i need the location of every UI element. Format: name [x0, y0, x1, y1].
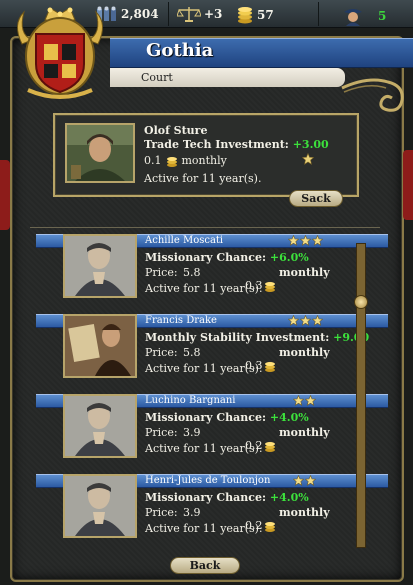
star-icon	[288, 235, 299, 246]
missionary-icon	[344, 9, 362, 26]
advisor-portrait	[63, 314, 137, 378]
advisor-name: Francis Drake	[145, 315, 217, 326]
advisor-effect: Missionary Chance: +6.0%	[145, 251, 309, 264]
divider	[168, 2, 169, 26]
effect-value: +4.0%	[269, 411, 309, 424]
treasury-resource[interactable]: 57	[236, 6, 274, 24]
stability-value: +3	[204, 7, 223, 21]
effect-label: Trade Tech Investment:	[144, 138, 289, 151]
advisor-price-row: Price: 3.9 0.2 monthly	[145, 506, 345, 532]
advisor-price-row: Price: 3.9 0.2 monthly	[145, 426, 345, 452]
effect-label: Missionary Chance:	[145, 491, 267, 504]
monthly-label: monthly	[279, 266, 330, 279]
coat-of-arms-icon[interactable]	[10, 4, 110, 104]
effect-value: +3.00	[292, 138, 329, 151]
price-value: 3.9	[183, 506, 201, 519]
treasury-value: 57	[257, 8, 274, 22]
advisor-portrait	[63, 474, 137, 538]
star-icon	[300, 235, 311, 246]
gold-coins-icon	[264, 441, 275, 452]
missionary-value: 5	[378, 9, 387, 23]
divider	[30, 227, 380, 228]
gold-coins-icon	[264, 521, 275, 532]
advisor-portrait	[63, 234, 137, 298]
current-advisor-effect: Trade Tech Investment: +3.00	[144, 138, 329, 151]
current-advisor-cost: 0.1 monthly	[144, 154, 227, 167]
manpower-value: 2,804	[121, 7, 159, 21]
page-subtitle: Court	[141, 71, 173, 84]
stability-icon	[177, 7, 201, 22]
price-value: 3.9	[183, 426, 201, 439]
gold-coins-icon	[264, 281, 275, 292]
advisor-price-row: Price: 5.8 0.3 monthly	[145, 346, 345, 372]
gold-coins-icon	[264, 361, 275, 372]
advisor-skill-stars	[288, 315, 323, 326]
price-label: Price:	[145, 506, 178, 519]
current-advisor-active: Active for 11 year(s).	[144, 172, 262, 185]
star-icon	[293, 395, 304, 406]
back-button[interactable]: Back	[170, 557, 240, 574]
sack-button[interactable]: Sack	[289, 190, 343, 207]
star-icon	[312, 315, 323, 326]
cost-unit: monthly	[181, 154, 227, 167]
scroll-ornament-icon	[341, 78, 404, 112]
price-value: 5.8	[183, 266, 201, 279]
advisor-portrait	[65, 123, 135, 183]
star-icon	[302, 153, 314, 165]
monthly-label: monthly	[279, 426, 330, 439]
gold-coins-icon	[238, 7, 252, 24]
price-label: Price:	[145, 426, 178, 439]
page-title: Gothia	[146, 40, 214, 61]
effect-value: +6.0%	[269, 251, 309, 264]
star-icon	[305, 395, 316, 406]
stability-resource[interactable]: +3	[177, 6, 222, 22]
advisor-effect: Missionary Chance: +4.0%	[145, 491, 309, 504]
advisor-active: Active for 11 year(s).	[145, 362, 263, 375]
panel-decoration	[0, 160, 10, 230]
advisor-active: Active for 11 year(s).	[145, 522, 263, 535]
advisor-effect: Monthly Stability Investment: +9.00	[145, 331, 369, 344]
advisor-active: Active for 11 year(s).	[145, 282, 263, 295]
advisor-portrait	[63, 394, 137, 458]
advisor-skill-stars	[293, 395, 316, 406]
effect-label: Monthly Stability Investment:	[145, 331, 330, 344]
scrollbar-thumb[interactable]	[354, 295, 368, 309]
advisor-active: Active for 11 year(s).	[145, 442, 263, 455]
star-icon	[293, 475, 304, 486]
current-advisor-name: Olof Sture	[144, 124, 208, 137]
advisor-skill-stars	[293, 475, 316, 486]
monthly-label: monthly	[279, 506, 330, 519]
price-value: 5.8	[183, 346, 201, 359]
price-label: Price:	[145, 266, 178, 279]
star-icon	[312, 235, 323, 246]
monthly-label: monthly	[279, 346, 330, 359]
advisor-skill-stars	[288, 235, 323, 246]
advisor-price-row: Price: 5.8 0.3 monthly	[145, 266, 345, 292]
star-icon	[305, 475, 316, 486]
star-icon	[288, 315, 299, 326]
divider	[318, 2, 319, 26]
effect-value: +4.0%	[269, 491, 309, 504]
missionary-resource[interactable]: 5	[341, 6, 386, 26]
cost-value: 0.1	[144, 154, 162, 167]
star-icon	[300, 315, 311, 326]
price-label: Price:	[145, 346, 178, 359]
scrollbar-track[interactable]	[356, 243, 366, 548]
panel-decoration	[403, 150, 413, 220]
advisor-name: Henri-Jules de Toulonjon	[145, 475, 271, 486]
advisor-name: Luchino Bargnani	[145, 395, 236, 406]
advisor-name: Achille Moscati	[145, 235, 224, 246]
advisor-effect: Missionary Chance: +4.0%	[145, 411, 309, 424]
gold-coins-icon	[166, 156, 177, 167]
effect-label: Missionary Chance:	[145, 411, 267, 424]
effect-label: Missionary Chance:	[145, 251, 267, 264]
